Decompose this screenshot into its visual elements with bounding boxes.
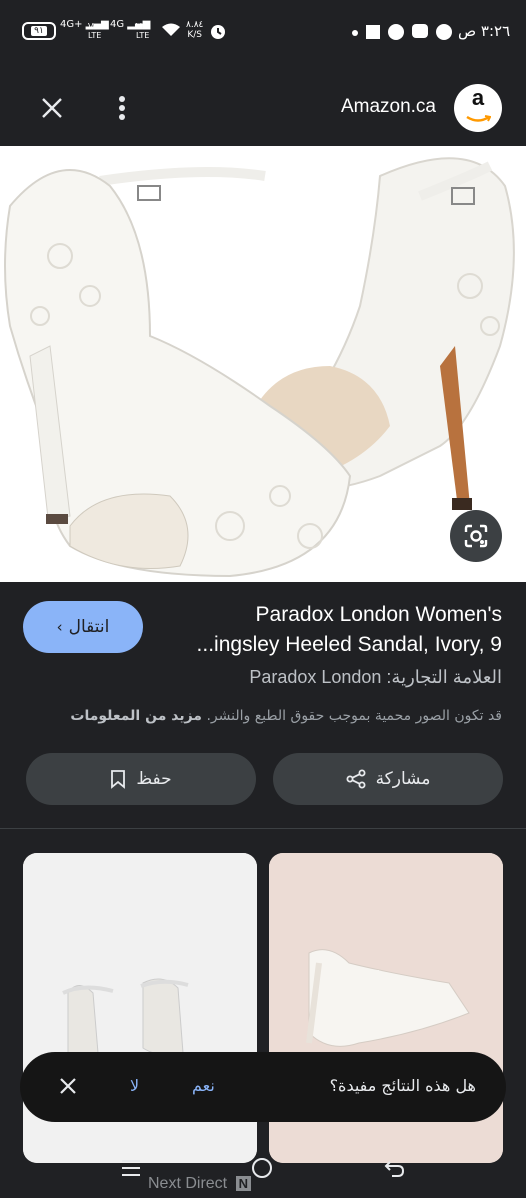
share-icon [346,769,366,789]
share-button[interactable]: مشاركة [273,753,503,805]
more-info-link[interactable]: مزيد من المعلومات [70,708,202,724]
visit-button[interactable]: ‹ انتقال [23,601,143,653]
battery-icon: ٩١ [22,22,56,40]
google-lens-button[interactable] [450,510,502,562]
notification-dot-icon [352,30,358,36]
amazon-logo-icon: a [454,84,502,132]
feedback-no-button[interactable]: لا [130,1076,139,1095]
divider [0,828,526,829]
signal-2-label: 4G [110,19,125,30]
copyright-notice: قد تكون الصور محمية بموجب حقوق الطبع وال… [70,708,502,724]
volte-2-label: Vo LTE [136,22,150,40]
signal-1-label: 4G+ [60,19,83,30]
battery-level: ٩١ [31,26,47,36]
watermark: Next Direct N [148,1175,251,1193]
recents-icon[interactable] [120,1158,142,1182]
close-icon[interactable] [30,86,74,130]
app-notification-icon [366,25,380,39]
clock: ٣:٢٦ ص [458,22,511,40]
chat-icon [412,24,428,38]
site-name[interactable]: Amazon.ca [341,96,436,118]
top-app-bar [0,64,526,146]
product-title-line2[interactable]: ...ingsley Heeled Sandal, Ivory, 9 [197,633,502,657]
more-vert-icon[interactable] [100,86,144,130]
save-label: حفظ [136,769,172,789]
watermark-badge: N [235,1176,251,1191]
share-label: مشاركة [375,769,431,789]
close-icon[interactable] [54,1072,82,1100]
alarm-icon [209,22,227,44]
logo-letter: a [471,85,485,110]
copyright-text: قد تكون الصور محمية بموجب حقوق الطبع وال… [206,708,502,724]
home-icon[interactable] [252,1158,272,1178]
chevron-left-icon: ‹ [56,618,63,636]
messenger-icon [388,24,404,40]
feedback-snackbar: هل هذه النتائج مفيدة؟ نعم لا [20,1052,506,1122]
watermark-text: Next Direct [148,1175,228,1192]
save-button[interactable]: حفظ [26,753,256,805]
volte-1-label: Vo LTE [88,22,102,40]
feedback-question: هل هذه النتائج مفيدة؟ [329,1076,476,1095]
bookmark-icon [111,770,126,789]
net-speed: ٨.٨٤ [186,20,204,30]
status-bar: ٩١ 4G+ ▂▄▆ Vo LTE 4G ▂▄▆ Vo LTE ٨.٨٤ K/S… [0,0,526,64]
brand-line: العلامة التجارية: Paradox London [249,667,502,687]
product-title-line1[interactable]: Paradox London Women's [256,603,502,627]
visit-label: انتقال [68,617,110,637]
wifi-icon [161,22,181,42]
net-speed-unit: K/S [187,30,203,40]
lens-icon [464,524,488,548]
facebook-icon [436,24,452,40]
feedback-yes-button[interactable]: نعم [192,1076,215,1095]
back-icon[interactable] [384,1158,406,1182]
product-image[interactable] [0,146,526,582]
